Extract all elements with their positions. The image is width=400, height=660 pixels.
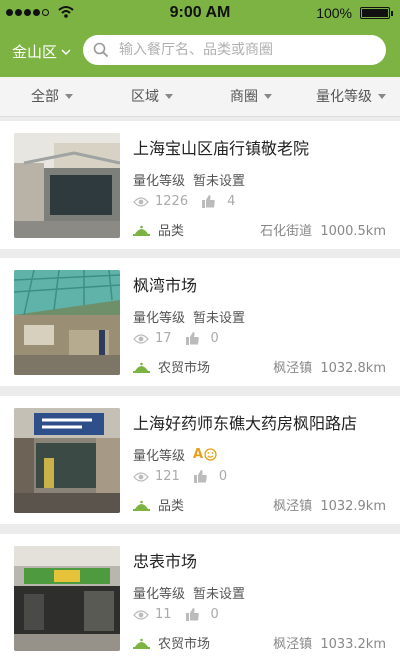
like-count: 0: [218, 469, 228, 484]
filter-business-district[interactable]: 商圈: [230, 86, 272, 106]
search-input[interactable]: [119, 42, 379, 58]
listing-grade: 量化等级 暂未设置: [133, 587, 246, 602]
listing-category: 农贸市场: [133, 357, 210, 376]
eye-icon: [133, 196, 149, 207]
listing-location: 枫泾镇 1032.9km: [273, 499, 386, 514]
like-count: 4: [227, 194, 236, 209]
list-item[interactable]: 上海宝山区庙行镇敬老院 量化等级 暂未设置 1226 4 品类 石化街道 100…: [0, 121, 400, 249]
thumbs-up-icon[interactable]: [202, 195, 215, 208]
region-selector[interactable]: 金山区: [12, 41, 72, 62]
listing-photo: [14, 270, 120, 375]
view-count: 11: [155, 607, 172, 622]
listing-stats: 17 0: [133, 331, 223, 346]
battery-icon: [360, 7, 393, 19]
caret-down-icon: [264, 93, 272, 99]
list-item[interactable]: 上海好药师东礁大药房枫阳路店 量化等级 A 121 0 品类 枫泾镇 1032.…: [0, 396, 400, 524]
eye-icon: [133, 609, 149, 620]
thumbs-up-icon[interactable]: [185, 332, 199, 345]
caret-down-icon: [165, 93, 173, 99]
listing-photo: [14, 546, 120, 651]
thumbs-up-icon[interactable]: [193, 470, 207, 483]
filter-bar: 全部 区域 商圈 量化等级: [0, 77, 400, 117]
view-count: 121: [155, 469, 180, 484]
caret-down-icon: [65, 93, 73, 99]
region-label: 金山区: [12, 43, 58, 61]
listing-grade: 量化等级 暂未设置: [133, 174, 246, 189]
search-bar[interactable]: [83, 35, 386, 65]
status-bar: 9:00 AM 100%: [0, 0, 400, 26]
eye-icon: [133, 471, 149, 482]
dish-cover-icon: [133, 225, 150, 236]
dish-cover-icon: [133, 638, 150, 649]
distance: 1033.2km: [320, 637, 386, 652]
list-item[interactable]: 枫湾市场 量化等级 暂未设置 17 0 农贸市场 枫泾镇 1032.8km: [0, 258, 400, 386]
filter-area[interactable]: 区域: [131, 86, 173, 106]
listing-title: 忠表市场: [133, 552, 198, 571]
listing-stats: 1226 4: [133, 194, 239, 209]
listing-category: 农贸市场: [133, 633, 210, 652]
list-item[interactable]: 忠表市场 量化等级 暂未设置 11 0 农贸市场 枫泾镇 1033.2km: [0, 534, 400, 660]
dish-cover-icon: [133, 500, 150, 511]
distance: 1032.9km: [320, 499, 386, 514]
search-icon: [93, 42, 109, 58]
listing-photo: [14, 408, 120, 513]
distance: 1000.5km: [320, 224, 386, 239]
listing-category: 品类: [133, 220, 184, 239]
listing-grade: 量化等级 A: [133, 445, 217, 464]
like-count: 0: [210, 331, 219, 346]
filter-grade[interactable]: 量化等级: [316, 86, 386, 106]
listing-location: 枫泾镇 1033.2km: [273, 637, 386, 652]
dish-cover-icon: [133, 362, 150, 373]
listing-category: 品类: [133, 495, 184, 514]
chevron-down-icon: [61, 48, 71, 55]
listing-stats: 11 0: [133, 607, 223, 622]
listing-stats: 121 0: [133, 469, 231, 484]
filter-all[interactable]: 全部: [31, 86, 73, 106]
grade-badge: A: [193, 447, 217, 462]
caret-down-icon: [378, 93, 386, 99]
listing-location: 枫泾镇 1032.8km: [273, 361, 386, 376]
eye-icon: [133, 333, 149, 344]
view-count: 1226: [155, 194, 189, 209]
distance: 1032.8km: [320, 361, 386, 376]
smiley-icon: [204, 448, 217, 461]
listing-location: 石化街道 1000.5km: [260, 224, 386, 239]
listing-title: 枫湾市场: [133, 276, 198, 295]
view-count: 17: [155, 331, 172, 346]
listing-title: 上海好药师东礁大药房枫阳路店: [133, 414, 358, 433]
battery-percent: 100%: [316, 5, 352, 21]
like-count: 0: [210, 607, 219, 622]
thumbs-up-icon[interactable]: [185, 608, 199, 621]
listing-photo: [14, 133, 120, 238]
listing-title: 上海宝山区庙行镇敬老院: [133, 139, 310, 158]
listing-grade: 量化等级 暂未设置: [133, 311, 246, 326]
